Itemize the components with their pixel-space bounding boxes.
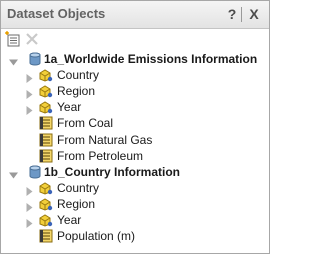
dataset-objects-panel: Dataset Objects ? X 1a_Worldwide Emissio… xyxy=(0,0,270,254)
titlebar-divider xyxy=(241,7,242,22)
attribute-label: Region xyxy=(57,196,96,211)
attribute-node[interactable]: Region xyxy=(1,83,269,100)
attribute-label: Region xyxy=(57,84,96,99)
dataset-name: 1b_Country Information xyxy=(44,164,181,179)
metric-icon xyxy=(39,116,53,130)
attribute-icon xyxy=(39,84,53,98)
metric-node[interactable]: From Coal xyxy=(1,115,269,131)
attribute-icon xyxy=(39,68,53,82)
attribute-label: Year xyxy=(57,100,82,115)
attribute-node[interactable]: Country xyxy=(1,67,269,84)
panel-title: Dataset Objects xyxy=(7,6,106,21)
attribute-icon xyxy=(39,100,53,114)
collapse-arrow-icon[interactable] xyxy=(9,168,18,179)
attribute-icon xyxy=(39,181,53,195)
metric-node[interactable]: From Petroleum xyxy=(1,148,269,164)
panel-titlebar: Dataset Objects ? X xyxy=(1,1,269,29)
metric-label: From Natural Gas xyxy=(57,132,153,147)
close-button[interactable]: X xyxy=(245,5,263,23)
attribute-node[interactable]: Year xyxy=(1,99,269,116)
dataset-icon xyxy=(28,165,42,179)
collapse-arrow-icon[interactable] xyxy=(9,55,18,66)
attribute-node[interactable]: Region xyxy=(1,196,269,212)
expand-arrow-icon[interactable] xyxy=(25,87,34,100)
metric-label: From Petroleum xyxy=(57,148,144,163)
dataset-node[interactable]: 1a_Worldwide Emissions Information xyxy=(1,51,269,67)
new-object-icon[interactable] xyxy=(5,31,21,47)
expand-arrow-icon[interactable] xyxy=(25,200,34,212)
expand-arrow-icon[interactable] xyxy=(25,184,34,196)
panel-toolbar xyxy=(1,29,269,49)
expand-arrow-icon[interactable] xyxy=(25,71,34,84)
dataset-node[interactable]: 1b_Country Information xyxy=(1,164,269,180)
metric-icon xyxy=(39,133,53,147)
expand-arrow-icon[interactable] xyxy=(25,216,34,228)
attribute-node[interactable]: Country xyxy=(1,180,269,196)
help-button[interactable]: ? xyxy=(223,5,241,23)
metric-label: From Coal xyxy=(57,116,114,131)
attribute-label: Country xyxy=(57,180,100,195)
attribute-icon xyxy=(39,213,53,227)
attribute-label: Year xyxy=(57,213,82,227)
dataset-name: 1a_Worldwide Emissions Information xyxy=(44,52,258,66)
metric-icon xyxy=(39,229,53,243)
attribute-node[interactable]: Year xyxy=(1,212,269,228)
attribute-icon xyxy=(39,197,53,211)
delete-icon[interactable] xyxy=(24,31,40,47)
dataset-icon xyxy=(28,52,42,66)
metric-node[interactable]: From Natural Gas xyxy=(1,132,269,148)
metric-label: Population (m) xyxy=(57,229,136,244)
attribute-label: Country xyxy=(57,68,100,83)
metric-icon xyxy=(39,149,53,163)
metric-node[interactable]: Population (m) xyxy=(1,228,269,244)
expand-arrow-icon[interactable] xyxy=(25,103,34,116)
